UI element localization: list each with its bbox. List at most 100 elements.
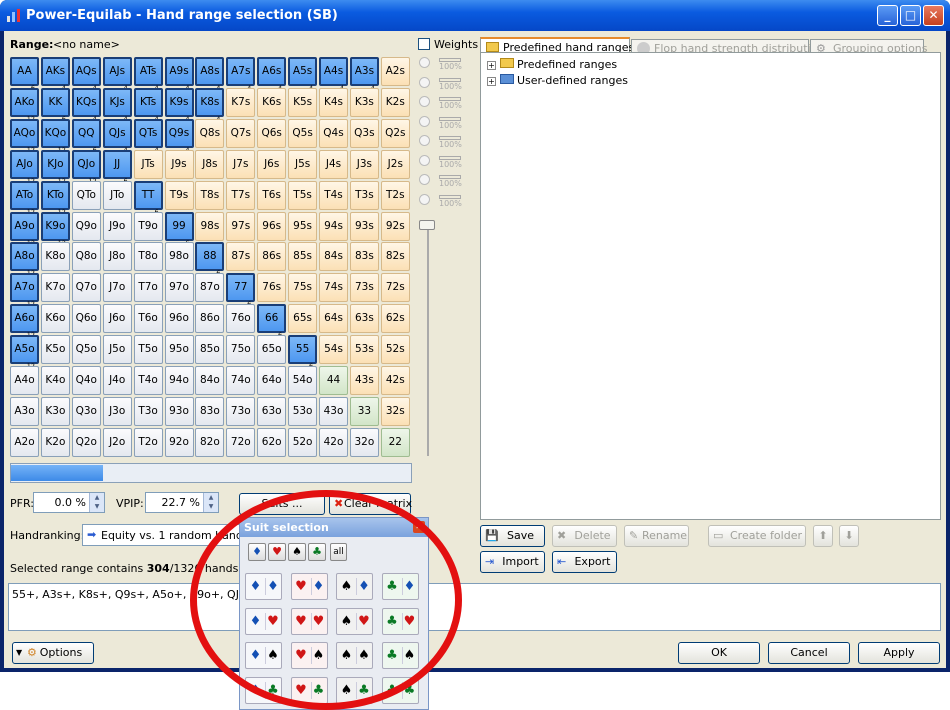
hand-cell[interactable]: 54s xyxy=(319,335,348,365)
hand-cell[interactable]: K9o12 xyxy=(40,211,70,247)
hand-cell[interactable]: 64s xyxy=(319,304,348,334)
weight-radio[interactable] xyxy=(419,76,430,88)
hand-cell[interactable]: 43s xyxy=(349,366,379,395)
hand-cell[interactable]: T8o xyxy=(133,242,163,272)
hand-cell[interactable]: A3s4 xyxy=(349,57,379,92)
hand-cell[interactable]: Q6s xyxy=(257,118,287,148)
hand-cell[interactable]: T6o xyxy=(133,304,163,334)
hand-cell[interactable]: AJo12 xyxy=(10,149,39,185)
vpip-arrows[interactable]: ▲ ▼ xyxy=(203,493,218,512)
hand-cell[interactable]: 52s xyxy=(380,335,410,365)
hand-cell[interactable]: T2s xyxy=(380,180,410,210)
hand-cell[interactable]: KTo12 xyxy=(40,180,70,216)
hand-cell[interactable]: 72o xyxy=(226,427,256,457)
minimize-button[interactable]: _ xyxy=(877,5,898,26)
hand-cell[interactable]: 65s xyxy=(288,304,318,334)
hand-cell[interactable]: A7o12 xyxy=(10,273,39,308)
hand-cell[interactable]: Q3s xyxy=(349,118,379,148)
hand-cell[interactable]: K3o xyxy=(40,396,70,426)
hand-cell[interactable]: 22 xyxy=(380,427,410,457)
hand-cell[interactable]: Q5o xyxy=(71,335,101,365)
hand-cell[interactable]: KQs4 xyxy=(71,87,101,123)
hand-cell[interactable]: 87s xyxy=(226,242,256,272)
hand-cell[interactable]: 94s xyxy=(319,211,348,241)
hand-cell[interactable]: 83s xyxy=(349,242,379,272)
hand-cell[interactable]: 85o xyxy=(195,335,225,365)
create-folder-button[interactable]: ▭ Create folder xyxy=(708,525,806,547)
weight-radio[interactable] xyxy=(419,154,430,166)
hand-cell[interactable]: 62o xyxy=(257,427,287,457)
hand-cell[interactable]: K8o xyxy=(40,242,70,272)
hand-cell[interactable]: J2o xyxy=(102,427,132,457)
hand-cell[interactable]: Q2o xyxy=(71,427,101,457)
weight-slider-thumb[interactable] xyxy=(419,220,435,230)
options-button[interactable]: ▼ ⚙ Options xyxy=(12,642,94,664)
hand-cell[interactable]: 886 xyxy=(195,242,225,277)
hand-cell[interactable]: 86o xyxy=(195,304,225,334)
hand-cell[interactable]: A9s4 xyxy=(164,57,194,92)
hand-cell[interactable]: J3o xyxy=(102,396,132,426)
hand-cell[interactable]: 92o xyxy=(164,427,194,457)
hand-cell[interactable]: 96o xyxy=(164,304,194,334)
hand-cell[interactable]: ATo12 xyxy=(10,180,39,216)
hand-cell[interactable]: J4o xyxy=(102,366,132,395)
hand-cell[interactable]: J9s xyxy=(164,149,194,179)
hand-cell[interactable]: 44 xyxy=(319,366,348,395)
move-up-button[interactable]: ⬆ xyxy=(813,525,833,547)
hand-cell[interactable]: 75s xyxy=(288,273,318,303)
hand-cell[interactable]: T9s xyxy=(164,180,194,210)
hand-cell[interactable]: T9o xyxy=(133,211,163,241)
weights-checkbox[interactable] xyxy=(418,38,430,50)
hand-cell[interactable]: K6s xyxy=(257,87,287,117)
hand-cell[interactable]: K9s4 xyxy=(164,87,194,123)
rename-button[interactable]: ✎ Rename xyxy=(624,525,689,547)
vpip-spinner[interactable]: 22.7 % ▲ ▼ xyxy=(145,492,219,513)
hand-cell[interactable]: 97o xyxy=(164,273,194,303)
hand-cell[interactable]: A9o12 xyxy=(10,211,39,247)
hand-cell[interactable]: Q8s xyxy=(195,118,225,148)
hand-cell[interactable]: 63s xyxy=(349,304,379,334)
hand-cell[interactable]: 97s xyxy=(226,211,256,241)
weight-radio[interactable] xyxy=(419,174,430,185)
hand-cell[interactable]: Q9o xyxy=(71,211,101,241)
hand-cell[interactable]: T6s xyxy=(257,180,287,210)
hand-cell[interactable]: J5s xyxy=(288,149,318,179)
hand-cell[interactable]: 62s xyxy=(380,304,410,334)
weight-radio[interactable] xyxy=(419,57,430,68)
hand-cell[interactable]: Q5s xyxy=(288,118,318,148)
tree-item-predefined[interactable]: + Predefined ranges xyxy=(487,58,617,71)
close-button[interactable]: ✕ xyxy=(923,5,944,26)
hand-cell[interactable]: 73s xyxy=(349,273,379,303)
cancel-button[interactable]: Cancel xyxy=(768,642,850,664)
hand-cell[interactable]: 85s xyxy=(288,242,318,272)
hand-cell[interactable]: ATs4 xyxy=(133,57,163,92)
hand-cell[interactable]: 76o xyxy=(226,304,256,334)
weight-radio[interactable] xyxy=(419,135,430,146)
hand-cell[interactable]: J7s xyxy=(226,149,256,179)
hand-cell[interactable]: K2s xyxy=(380,87,410,117)
hand-cell[interactable]: K5s xyxy=(288,87,318,117)
hand-cell[interactable]: 33 xyxy=(349,396,379,426)
hand-cell[interactable]: JTo xyxy=(102,180,132,210)
hand-cell[interactable]: 53s xyxy=(349,335,379,365)
hand-cell[interactable]: 75o xyxy=(226,335,256,365)
range-text-field[interactable]: 55+, A3s+, K8s+, Q9s+, A5o+, K9o+, QJo xyxy=(8,583,941,631)
save-button[interactable]: 💾 Save xyxy=(480,525,545,547)
maximize-button[interactable]: □ xyxy=(900,5,921,26)
hand-cell[interactable]: TT6 xyxy=(133,180,163,216)
hand-cell[interactable]: AQo12 xyxy=(10,118,39,154)
hand-cell[interactable]: 556 xyxy=(288,335,318,370)
hand-cell[interactable]: Q4o xyxy=(71,366,101,395)
hand-cell[interactable]: 996 xyxy=(164,211,194,247)
hand-cell[interactable]: J6o xyxy=(102,304,132,334)
tree-item-user[interactable]: + User-defined ranges xyxy=(487,74,628,87)
delete-button[interactable]: ✖ Delete xyxy=(552,525,617,547)
hand-cell[interactable]: 84s xyxy=(319,242,348,272)
apply-button[interactable]: Apply xyxy=(858,642,940,664)
import-button[interactable]: ⇥ Import xyxy=(480,551,545,573)
hand-cell[interactable]: 65o xyxy=(257,335,287,365)
hand-cell[interactable]: Q6o xyxy=(71,304,101,334)
hand-cell[interactable]: Q7o xyxy=(71,273,101,303)
hand-cell[interactable]: J2s xyxy=(380,149,410,179)
hand-cell[interactable]: 98s xyxy=(195,211,225,241)
